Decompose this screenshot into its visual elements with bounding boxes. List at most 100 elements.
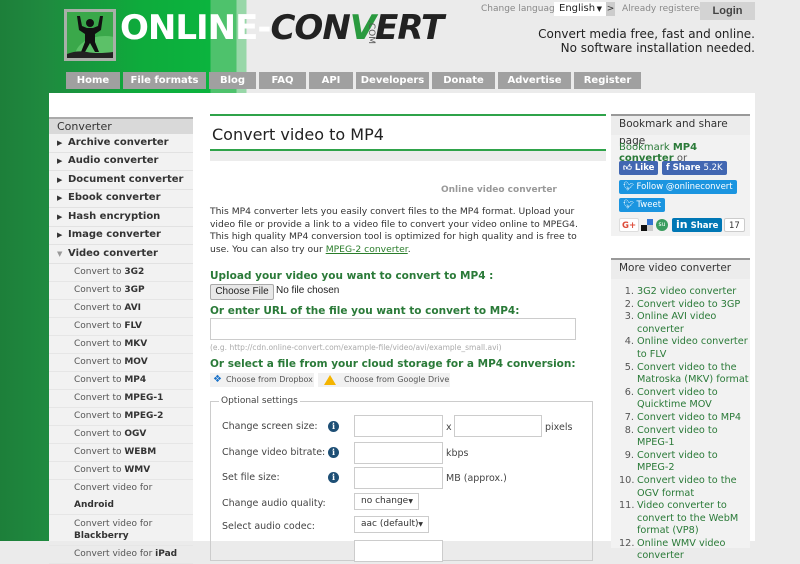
nav-advertise[interactable]: Advertise <box>498 72 571 89</box>
bitrate-input[interactable] <box>354 442 443 464</box>
triangle-right-icon: ▶ <box>57 194 63 203</box>
sidebar-subitem[interactable]: Convert to MKV <box>49 336 193 354</box>
optional-settings: Optional settings Change screen size: i … <box>210 396 593 562</box>
nav-home[interactable]: Home <box>66 72 120 89</box>
list-item[interactable]: 7. Convert video to MP4 <box>619 412 750 425</box>
page-title: Convert video to MP4 <box>212 125 384 144</box>
linkedin-share-button[interactable]: in Share <box>672 218 723 232</box>
twitter-follow-button[interactable]: 🐦︎ Follow @onlineconvert <box>619 180 737 194</box>
google-drive-button[interactable]: Choose from Google Drive <box>318 373 450 387</box>
list-item[interactable]: 10. Convert video to the OGV format <box>619 475 750 500</box>
url-label: Or enter URL of the file you want to con… <box>210 305 520 317</box>
list-item[interactable]: 9. Convert video to MPEG-2 <box>619 450 750 475</box>
logo-wordmark[interactable]: ONLINE-CONVERT <box>120 8 444 48</box>
sidebar-subitem[interactable]: Convert to AVI <box>49 300 193 318</box>
tagline: Convert media free, fast and online. No … <box>538 27 755 55</box>
sidebar-item-document[interactable]: ▶ Document converter <box>49 171 193 190</box>
list-item[interactable]: 8. Convert video to MPEG-1 <box>619 425 750 450</box>
more-converters-list: 1. 3G2 video converter 2. Convert video to… <box>611 279 750 563</box>
chevron-down-icon: ▼ <box>408 498 413 505</box>
sidebar-subitem[interactable]: Convert to 3GP <box>49 282 193 300</box>
list-item[interactable]: 1. 3G2 video converter <box>619 286 750 299</box>
main-content: Convert video to MP4 Online video conver… <box>210 114 606 562</box>
sidebar-item-hash[interactable]: ▶ Hash encryption <box>49 208 193 227</box>
file-size-input[interactable] <box>354 467 443 489</box>
thumbs-up-icon: 👍︎ <box>623 163 632 173</box>
list-item[interactable]: 11. Video converter to convert to the Web… <box>619 500 750 538</box>
chevron-down-icon: ▼ <box>418 521 423 528</box>
audio-quality-select[interactable]: no change ▼ <box>354 493 419 510</box>
screen-size-x: x <box>446 422 452 433</box>
logo-com: .COM <box>366 20 376 44</box>
facebook-share-button[interactable]: f Share 5.2K <box>662 161 727 175</box>
right-sidebar: Bookmark and share page Bookmark MP4 con… <box>611 114 750 561</box>
url-input[interactable] <box>210 318 576 340</box>
nav-developers[interactable]: Developers <box>356 72 429 89</box>
logo-icon[interactable] <box>64 9 116 61</box>
list-item[interactable]: 4. Online video converter to FLV <box>619 336 750 361</box>
cloud-label: Or select a file from your cloud storage… <box>210 358 576 370</box>
dropbox-button[interactable]: ❖ Choose from Dropbox <box>210 373 314 387</box>
sidebar-item-video[interactable]: ▼ Video converter <box>49 245 193 264</box>
audio-codec-select[interactable]: aac (default) ▼ <box>354 516 429 533</box>
audio-quality-label: Change audio quality: <box>222 498 326 509</box>
list-item[interactable]: 3. Online AVI video converter <box>619 311 750 336</box>
sidebar-item-audio[interactable]: ▶ Audio converter <box>49 153 193 171</box>
sidebar-item-ebook[interactable]: ▶ Ebook converter <box>49 190 193 208</box>
sidebar-item-image[interactable]: ▶ Image converter <box>49 227 193 245</box>
tweet-button[interactable]: 🐦︎ Tweet <box>619 198 666 212</box>
nav-file-formats[interactable]: File formats <box>123 72 206 89</box>
sidebar-subitem[interactable]: Convert to FLV <box>49 318 193 336</box>
dropbox-icon: ❖ <box>213 374 222 385</box>
sidebar-subitem[interactable]: Convert to WMV <box>49 462 193 480</box>
sidebar-subitem[interactable]: Convert to MPEG-1 <box>49 390 193 408</box>
bitrate-label: Change video bitrate: <box>222 447 326 458</box>
nav-donate[interactable]: Donate <box>432 72 495 89</box>
more-converters-heading: More video converter <box>611 260 750 279</box>
file-size-label: Set file size: <box>222 472 280 483</box>
delicious-icon[interactable] <box>641 219 653 231</box>
nav-api[interactable]: API <box>309 72 353 89</box>
linkedin-icon: in <box>676 218 688 231</box>
twitter-icon: 🐦︎ <box>623 200 634 210</box>
list-item[interactable]: 12. Online WMV video converter <box>619 538 750 563</box>
list-item[interactable]: 2. Convert video to 3GP <box>619 299 750 312</box>
sidebar-subitem[interactable]: Convert to WEBM <box>49 444 193 462</box>
mpeg2-converter-link[interactable]: MPEG-2 converter <box>326 244 408 255</box>
list-item[interactable]: 5. Convert video to the Matroska (MKV) fo… <box>619 362 750 387</box>
info-icon[interactable]: i <box>328 472 339 483</box>
screen-height-input[interactable] <box>454 415 542 437</box>
nav-faq[interactable]: FAQ <box>259 72 306 89</box>
language-select[interactable]: English ▼ <box>554 2 606 16</box>
sidebar-subitem[interactable]: Convert video for iPad <box>49 546 193 564</box>
sidebar-subitem[interactable]: Convert to OGV <box>49 426 193 444</box>
sidebar-subitem[interactable]: Convert to 3G2 <box>49 264 193 282</box>
sidebar-item-archive[interactable]: ▶ Archive converter <box>49 134 193 153</box>
main-nav: Home File formats Blog FAQ API Developer… <box>66 72 641 89</box>
list-item[interactable]: 6. Convert video to Quicktime MOV <box>619 387 750 412</box>
nav-blog[interactable]: Blog <box>209 72 256 89</box>
sidebar-subitem[interactable]: Convert to MPEG-2 <box>49 408 193 426</box>
sidebar-subitem[interactable]: Convert to MP4 <box>49 372 193 390</box>
choose-file-button[interactable]: Choose File <box>210 284 274 300</box>
login-button[interactable]: Login <box>700 2 755 20</box>
info-icon[interactable]: i <box>328 421 339 432</box>
upload-label: Upload your video you want to convert to… <box>210 270 494 282</box>
facebook-like-button[interactable]: 👍︎ Like <box>619 161 659 175</box>
triangle-right-icon: ▶ <box>57 138 63 147</box>
next-setting-input[interactable] <box>354 540 443 562</box>
title-bar: Convert video to MP4 <box>210 114 606 151</box>
screen-width-input[interactable] <box>354 415 443 437</box>
sidebar-subitem[interactable]: Convert to MOV <box>49 354 193 372</box>
google-plus-button[interactable]: G+ <box>619 218 640 232</box>
sidebar: Converter ▶ Archive converter ▶ Audio conv… <box>49 117 193 564</box>
info-icon[interactable]: i <box>328 447 339 458</box>
linkedin-count: 17 <box>724 218 745 232</box>
screen-size-label: Change screen size: <box>222 421 318 432</box>
language-go-button[interactable]: > <box>606 2 615 16</box>
optional-settings-legend: Optional settings <box>219 396 300 406</box>
stumbleupon-icon[interactable]: su <box>656 219 668 231</box>
nav-register[interactable]: Register <box>574 72 641 89</box>
sidebar-subitem[interactable]: Convert video for Android <box>49 480 193 515</box>
no-file-chosen: No file chosen <box>276 285 340 296</box>
